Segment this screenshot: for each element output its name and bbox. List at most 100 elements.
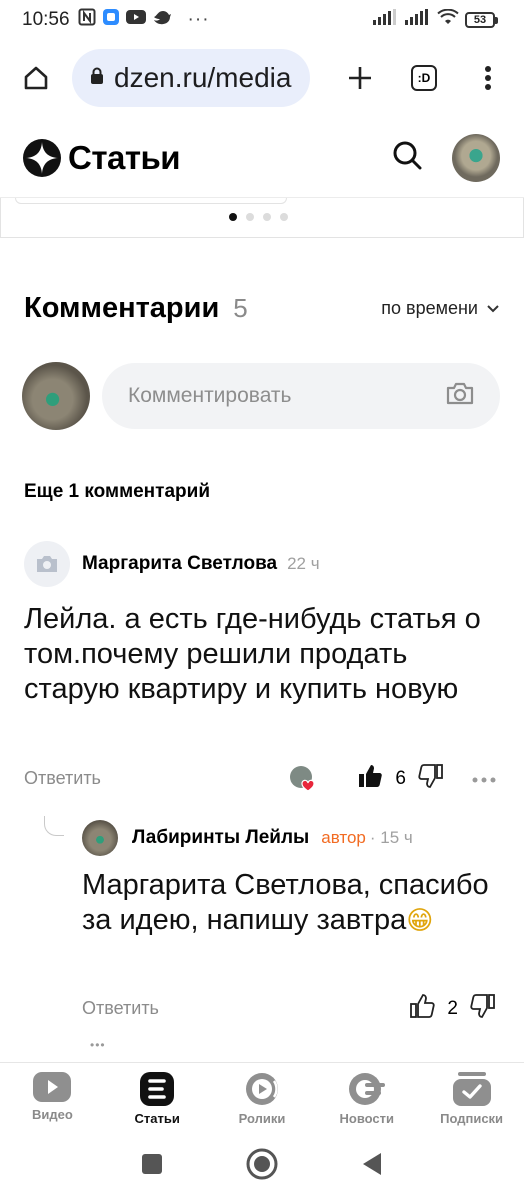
thread-connector [44, 816, 64, 836]
signal-2-icon [405, 9, 431, 31]
search-icon [393, 141, 422, 170]
back-button[interactable] [360, 1151, 384, 1182]
tabs-button[interactable]: :D [402, 56, 446, 100]
composer-avatar [22, 362, 90, 430]
thumbs-up-filled-icon [359, 765, 383, 787]
articles-icon [140, 1072, 175, 1106]
home-system-button[interactable] [245, 1147, 279, 1186]
nav-label: Новости [339, 1111, 395, 1126]
reply-time: · 15 ч [369, 828, 413, 847]
carousel-dot[interactable] [280, 213, 288, 221]
grin-emoji: 😁 [406, 906, 434, 936]
circle-home-icon [246, 1148, 278, 1179]
subscriptions-icon [452, 1072, 491, 1106]
comment-composer: Комментировать [22, 362, 502, 430]
comment-time: 22 ч [287, 554, 320, 573]
camera-icon [446, 382, 474, 405]
dzen-logo-icon [23, 138, 61, 177]
reply-more-button[interactable]: ••• [90, 1038, 106, 1052]
camera-button[interactable] [446, 381, 474, 411]
comment-text: Лейла. а есть где-нибудь статья о том.по… [24, 603, 481, 705]
comments-title: Комментарии [24, 292, 220, 324]
dislike-button[interactable] [418, 763, 444, 794]
comment-actions: Ответить 6 [24, 763, 496, 794]
carousel-dot[interactable] [263, 213, 271, 221]
bird-app-icon [152, 8, 172, 32]
kebab-menu-icon [485, 66, 491, 90]
reply-like-button[interactable] [409, 993, 436, 1024]
author-badge: автор [321, 828, 366, 847]
reply-button[interactable]: Ответить [24, 768, 101, 789]
home-icon [24, 66, 48, 90]
nav-video[interactable]: Видео [2, 1063, 102, 1132]
battery-icon: 53 [465, 12, 498, 28]
recents-button[interactable] [140, 1152, 164, 1181]
sort-dropdown[interactable]: по времени [381, 298, 500, 319]
app-notification-icon [102, 8, 120, 32]
reply-like-count: 2 [447, 997, 458, 1019]
reply-dislike-button[interactable] [470, 993, 496, 1024]
reply-text-block: Маргарита Светлова, спасибо за идею, нап… [82, 868, 492, 939]
avatar[interactable] [24, 541, 70, 587]
status-bar: 10:56 ··· 53 [0, 0, 524, 40]
comment-header: Маргарита Светлова 22 ч [24, 541, 320, 587]
back-triangle-icon [362, 1152, 381, 1175]
system-navigation [0, 1132, 524, 1200]
more-horizontal-icon [472, 777, 496, 782]
tab-count: :D [411, 65, 437, 91]
comment-more-button[interactable] [472, 770, 496, 788]
nav-articles[interactable]: Статьи [107, 1063, 207, 1132]
comment-author[interactable]: Маргарита Светлова [82, 553, 277, 575]
more-comments-link[interactable]: Еще 1 комментарий [24, 481, 210, 503]
url-text: dzen.ru/media [114, 62, 292, 93]
like-button[interactable] [357, 763, 383, 794]
search-button[interactable] [392, 140, 422, 175]
browser-menu-button[interactable] [466, 56, 510, 100]
comment-input[interactable]: Комментировать [102, 363, 500, 429]
home-button[interactable] [14, 56, 58, 100]
site-header: Статьи [0, 118, 524, 198]
reply-header: Лабиринты Лейлы автор · 15 ч [82, 820, 413, 856]
logo-title: Статьи [68, 138, 181, 176]
bottom-navigation: Видео Статьи Ролики Новости Подписки [0, 1062, 524, 1132]
browser-toolbar: dzen.ru/media :D [0, 40, 524, 116]
comment-input-placeholder: Комментировать [128, 384, 292, 407]
new-tab-button[interactable] [338, 56, 382, 100]
address-bar[interactable]: dzen.ru/media [72, 49, 310, 107]
wifi-icon [437, 8, 459, 31]
signal-icon [373, 9, 399, 31]
carousel-item-edge [15, 198, 287, 204]
nav-shorts[interactable]: Ролики [212, 1063, 312, 1132]
thumbs-down-icon [418, 764, 443, 788]
lock-icon [90, 67, 104, 90]
reply-reply-button[interactable]: Ответить [82, 998, 159, 1019]
nav-news[interactable]: Новости [317, 1063, 417, 1132]
comments-header: Комментарии 5 по времени [24, 292, 500, 325]
nav-label: Видео [31, 1107, 73, 1122]
author-heart-icon [290, 765, 316, 792]
news-icon [348, 1073, 385, 1105]
dzen-logo[interactable]: Статьи [22, 138, 181, 178]
user-avatar[interactable] [452, 133, 500, 182]
carousel-dot[interactable] [229, 213, 237, 221]
nav-subscriptions[interactable]: Подписки [422, 1063, 522, 1132]
sort-label: по времени [381, 298, 478, 318]
thumbs-up-icon [410, 994, 436, 1018]
camera-placeholder-icon [37, 556, 57, 572]
nav-label: Подписки [440, 1111, 504, 1126]
youtube-icon [125, 9, 146, 31]
comments-count: 5 [233, 293, 248, 323]
reply-author[interactable]: Лабиринты Лейлы [132, 827, 309, 849]
carousel-dots [229, 213, 288, 221]
like-count: 6 [395, 767, 406, 789]
video-icon [33, 1072, 72, 1102]
reply-avatar[interactable] [82, 820, 118, 856]
thumbs-down-icon [470, 994, 495, 1018]
shorts-icon [245, 1073, 278, 1105]
more-notifications: ··· [187, 9, 210, 30]
square-icon [142, 1153, 163, 1174]
chevron-down-icon [487, 304, 499, 312]
reply-actions: Ответить 2 [82, 993, 496, 1024]
carousel-dot[interactable] [246, 213, 254, 221]
status-time: 10:56 [22, 9, 70, 30]
